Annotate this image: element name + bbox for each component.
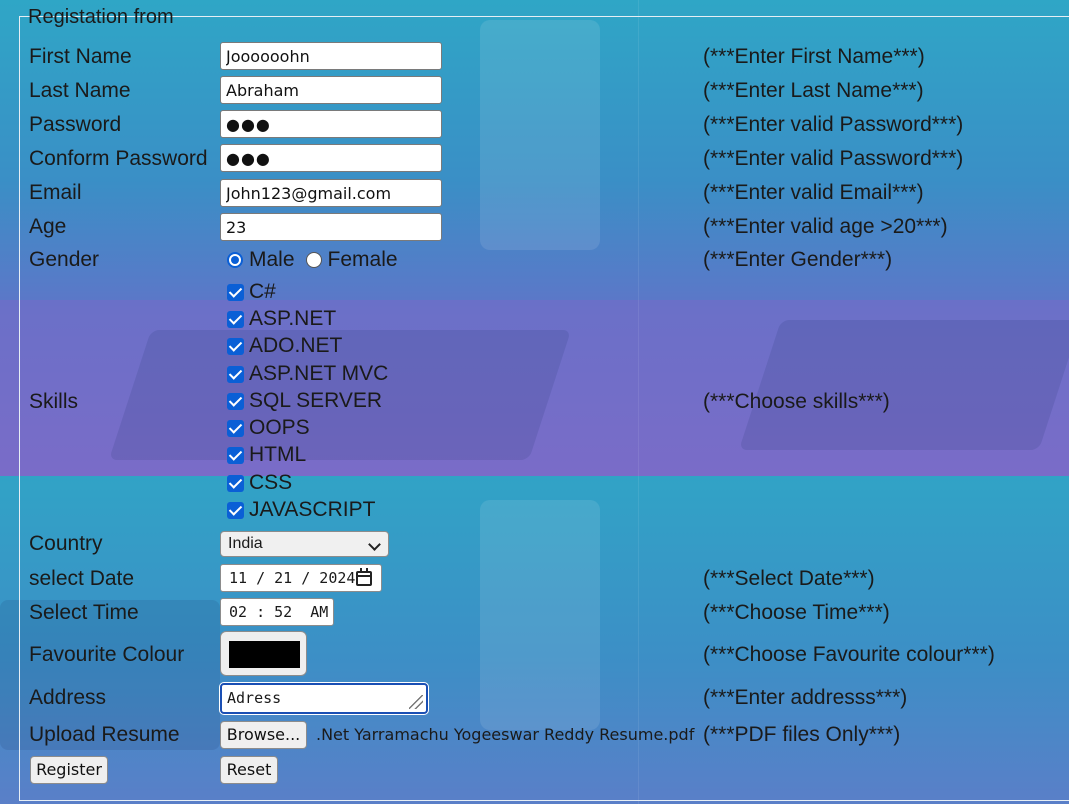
address-label: Address — [29, 686, 107, 709]
register-button[interactable]: Register — [30, 756, 108, 784]
colour-label: Favourite Colour — [29, 643, 185, 666]
email-input[interactable] — [220, 179, 442, 207]
colour-hint: (***Choose Favourite colour***) — [703, 643, 995, 666]
checkbox-checked-icon[interactable] — [227, 365, 244, 383]
skill-checkbox-row[interactable]: CSS — [227, 471, 292, 495]
skill-checkbox-row[interactable]: ASP.NET — [227, 307, 336, 331]
time-input[interactable]: 02 : 52 AM — [220, 598, 334, 626]
skill-label: HTML — [249, 443, 307, 466]
checkbox-checked-icon[interactable] — [227, 310, 244, 328]
address-hint: (***Enter addresss***) — [703, 686, 908, 709]
calendar-icon[interactable] — [356, 568, 372, 586]
checkbox-checked-icon[interactable] — [227, 392, 244, 410]
gender-male-label[interactable]: Male — [249, 248, 295, 272]
skills-hint: (***Choose skills***) — [703, 390, 890, 413]
first-name-label: First Name — [29, 45, 132, 68]
date-value: 11 / 21 / 2024 — [229, 569, 356, 587]
checkbox-checked-icon[interactable] — [227, 501, 244, 519]
skill-label: C# — [249, 280, 276, 303]
country-label: Country — [29, 532, 103, 555]
skill-checkbox-row[interactable]: HTML — [227, 443, 306, 467]
date-input[interactable]: 11 / 21 / 2024 — [220, 564, 382, 592]
password-input[interactable] — [220, 110, 442, 138]
email-hint: (***Enter valid Email***) — [703, 181, 924, 204]
address-textarea[interactable]: Adress — [220, 683, 428, 714]
resume-filename: .Net Yarramachu Yogeeswar Reddy Resume.p… — [316, 725, 695, 744]
checkbox-checked-icon[interactable] — [227, 446, 244, 464]
last-name-hint: (***Enter Last Name***) — [703, 79, 924, 102]
date-hint: (***Select Date***) — [703, 567, 875, 590]
checkbox-checked-icon[interactable] — [227, 419, 244, 437]
skill-label: ASP.NET MVC — [249, 362, 389, 385]
browse-button[interactable]: Browse... — [220, 721, 307, 749]
checkbox-checked-icon[interactable] — [227, 474, 244, 492]
gender-radio-group: Male Female — [227, 248, 409, 272]
resume-hint: (***PDF files Only***) — [703, 723, 901, 746]
country-select[interactable]: India — [220, 531, 389, 557]
confirm-password-label: Conform Password — [29, 147, 208, 170]
skill-label: JAVASCRIPT — [249, 498, 376, 521]
skill-checkbox-row[interactable]: JAVASCRIPT — [227, 498, 375, 522]
age-hint: (***Enter valid age >20***) — [703, 215, 948, 238]
form-legend: Registation from — [28, 6, 174, 28]
time-hint: (***Choose Time***) — [703, 601, 890, 624]
skill-checkbox-row[interactable]: ASP.NET MVC — [227, 362, 388, 386]
time-value: 02 : 52 AM — [229, 603, 329, 621]
resize-grip-icon[interactable] — [409, 695, 423, 709]
reset-button[interactable]: Reset — [220, 756, 278, 784]
skill-label: CSS — [249, 471, 293, 494]
skill-checkbox-row[interactable]: OOPS — [227, 416, 310, 440]
colour-swatch — [229, 641, 300, 668]
gender-male-radio[interactable] — [227, 252, 243, 268]
first-name-input[interactable] — [220, 42, 442, 70]
country-selected-value: India — [228, 535, 263, 552]
address-value: Adress — [227, 689, 282, 707]
skills-label: Skills — [29, 390, 79, 413]
age-label: Age — [29, 215, 67, 238]
password-label: Password — [29, 113, 122, 136]
chevron-down-icon — [368, 538, 381, 551]
checkbox-checked-icon[interactable] — [227, 337, 244, 355]
last-name-label: Last Name — [29, 79, 131, 102]
skill-label: ADO.NET — [249, 334, 343, 357]
skill-label: SQL SERVER — [249, 389, 383, 412]
date-label: select Date — [29, 567, 135, 590]
age-input[interactable] — [220, 213, 442, 241]
email-label: Email — [29, 181, 82, 204]
checkbox-checked-icon[interactable] — [227, 283, 244, 301]
password-hint: (***Enter valid Password***) — [703, 113, 964, 136]
skill-checkbox-row[interactable]: C# — [227, 280, 276, 304]
skill-label: OOPS — [249, 416, 310, 439]
skill-checkbox-row[interactable]: SQL SERVER — [227, 389, 382, 413]
gender-female-radio[interactable] — [305, 252, 322, 268]
gender-label: Gender — [29, 248, 100, 271]
first-name-hint: (***Enter First Name***) — [703, 45, 925, 68]
gender-hint: (***Enter Gender***) — [703, 248, 893, 271]
skill-checkbox-row[interactable]: ADO.NET — [227, 334, 342, 358]
time-label: Select Time — [29, 601, 139, 624]
colour-picker[interactable] — [220, 631, 307, 676]
resume-label: Upload Resume — [29, 723, 180, 746]
last-name-input[interactable] — [220, 76, 442, 104]
confirm-password-input[interactable] — [220, 144, 442, 172]
gender-female-label[interactable]: Female — [328, 248, 398, 272]
skill-label: ASP.NET — [249, 307, 337, 330]
confirm-password-hint: (***Enter valid Password***) — [703, 147, 964, 170]
